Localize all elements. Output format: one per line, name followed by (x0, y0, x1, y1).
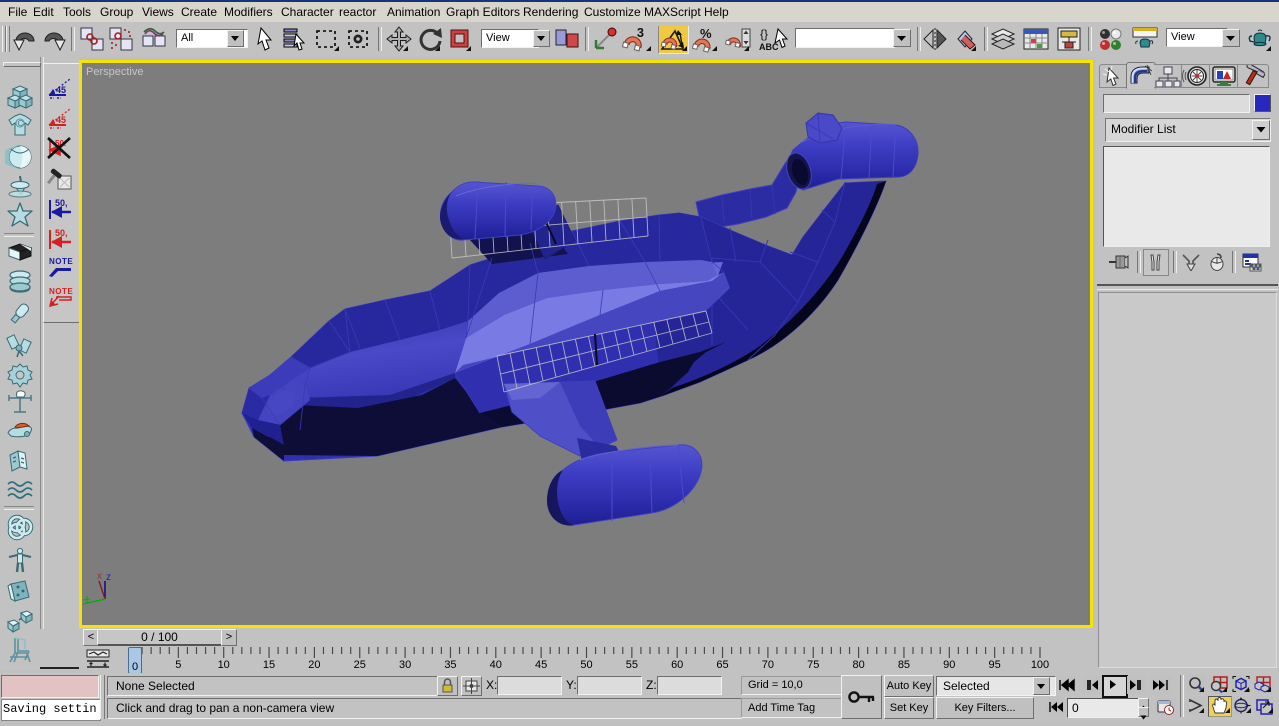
svg-text:65: 65 (716, 659, 728, 671)
svg-text:45: 45 (56, 115, 66, 125)
svg-text:25: 25 (354, 659, 366, 671)
svg-text:15: 15 (263, 659, 275, 671)
svg-text:70: 70 (762, 659, 774, 671)
svg-text:75: 75 (807, 659, 819, 671)
svg-text:{}: {} (760, 27, 768, 41)
svg-text:60: 60 (671, 659, 683, 671)
svg-text:10: 10 (218, 659, 230, 671)
svg-text:NOTE: NOTE (49, 287, 73, 296)
svg-text:5: 5 (175, 659, 181, 671)
svg-text:20: 20 (308, 659, 320, 671)
svg-text:45: 45 (56, 85, 66, 95)
svg-text:3: 3 (637, 25, 644, 40)
svg-text:55: 55 (626, 659, 638, 671)
svg-text:C: C (18, 119, 24, 128)
svg-text:x: x (97, 571, 102, 582)
svg-text:95: 95 (989, 659, 1001, 671)
svg-text:45: 45 (535, 659, 547, 671)
svg-text:85: 85 (898, 659, 910, 671)
svg-text:80: 80 (852, 659, 864, 671)
svg-text:35: 35 (444, 659, 456, 671)
svg-text:40: 40 (490, 659, 502, 671)
svg-text:ABC: ABC (759, 42, 779, 52)
svg-text:30: 30 (399, 659, 411, 671)
svg-text:z: z (106, 572, 111, 583)
svg-text:NOTE: NOTE (49, 257, 73, 266)
svg-text:90: 90 (943, 659, 955, 671)
svg-text:100: 100 (1031, 659, 1049, 671)
svg-text:50: 50 (580, 659, 592, 671)
